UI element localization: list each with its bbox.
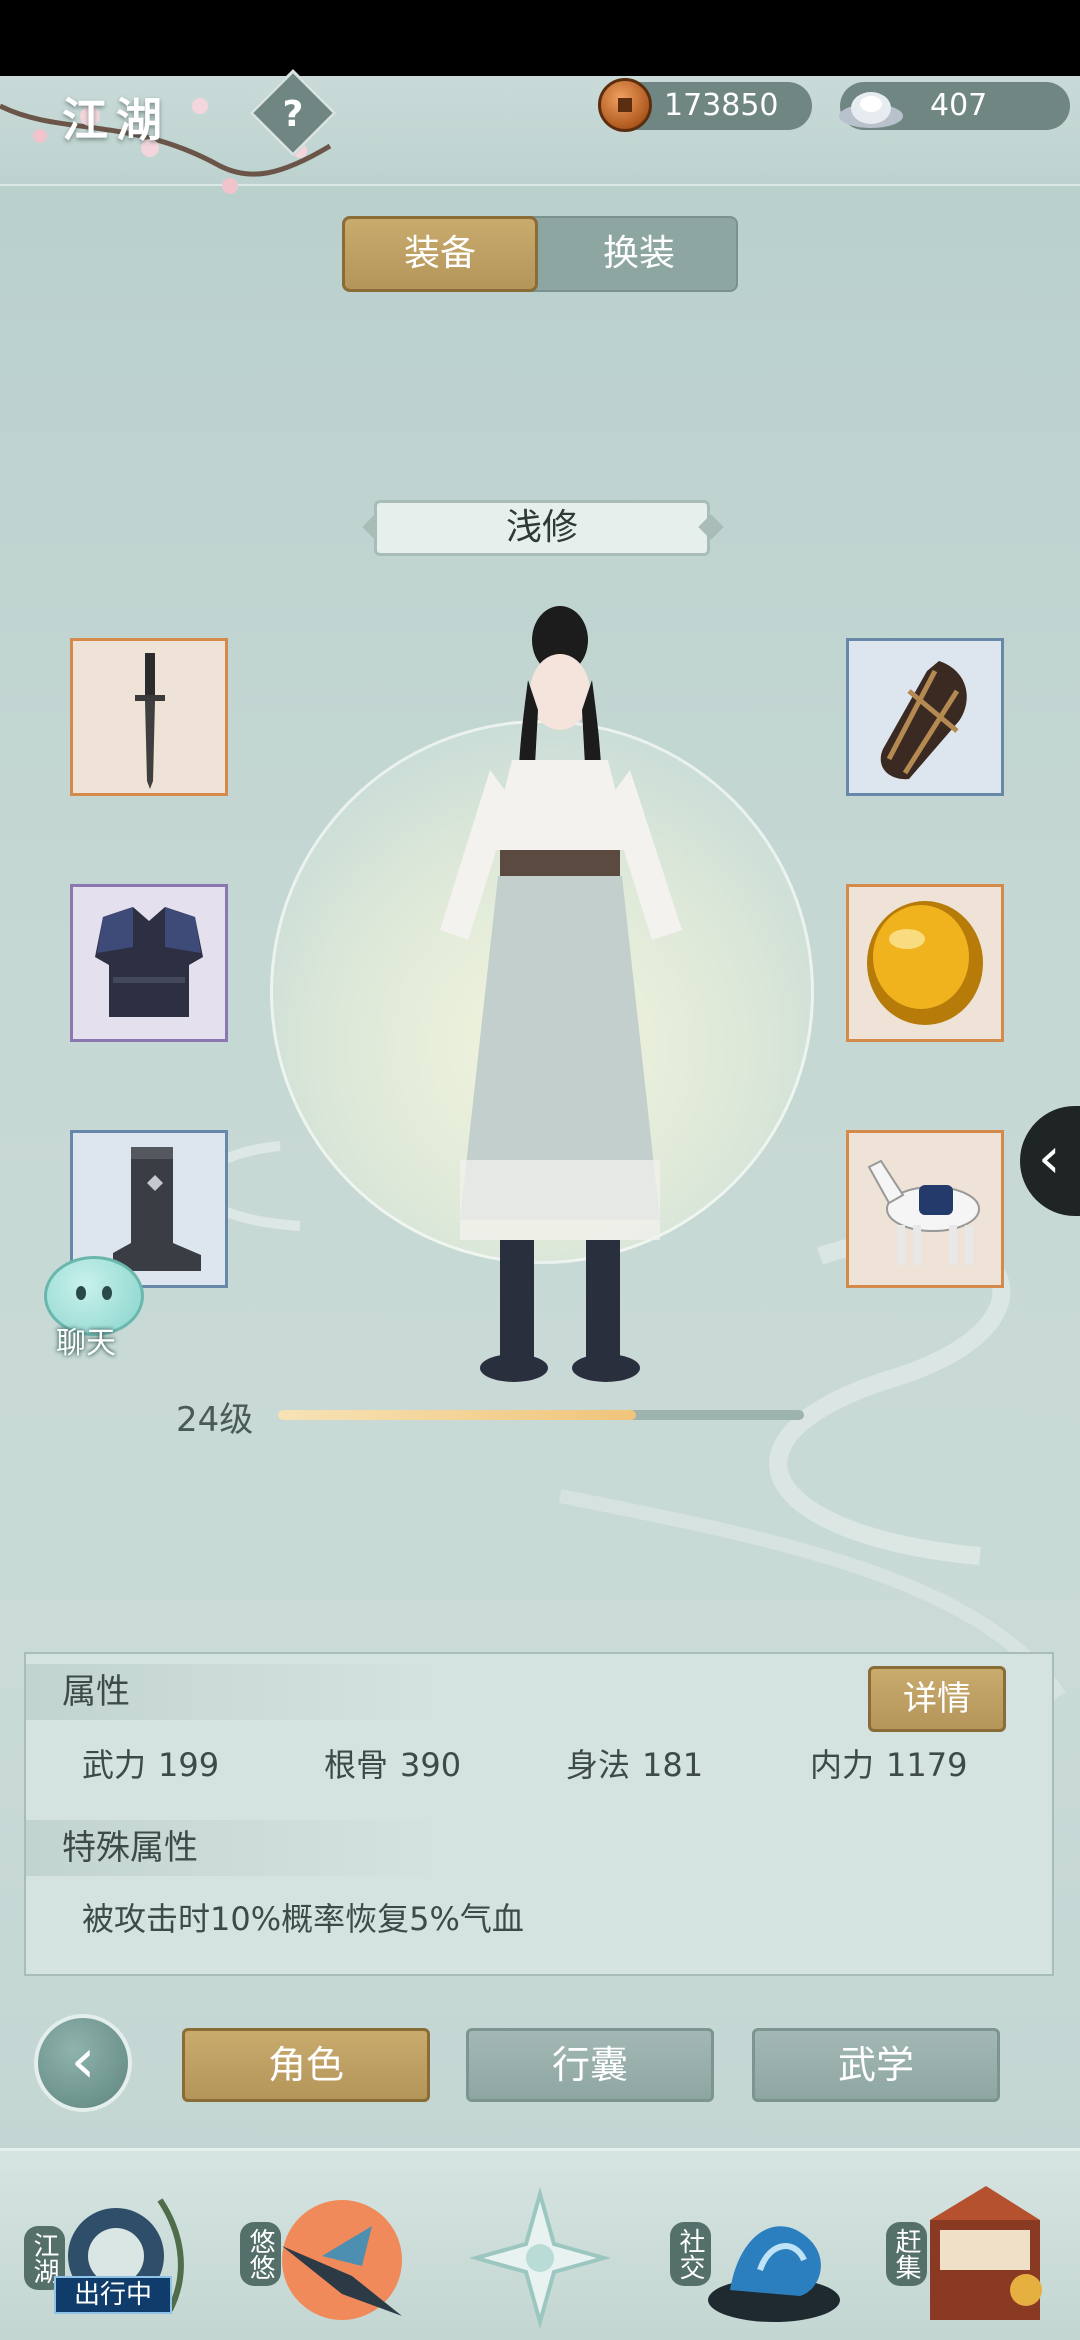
equip-slot-mount[interactable]	[846, 1130, 1004, 1288]
nav-bag-button[interactable]: 行囊	[466, 2028, 714, 2102]
chat-label[interactable]: 聊天	[56, 1318, 116, 1362]
dock-label-youyou[interactable]: 悠悠	[240, 2222, 281, 2286]
chevron-left-icon[interactable]: ‹	[1038, 1124, 1060, 1194]
equip-slot-accessory[interactable]	[846, 884, 1004, 1042]
details-button[interactable]: 详情	[868, 1666, 1006, 1732]
stat-gengu: 根骨 390	[324, 1740, 461, 1786]
equip-slot-bracer[interactable]	[846, 638, 1004, 796]
armor-icon	[95, 907, 203, 1017]
stat-value: 1179	[886, 1746, 968, 1784]
center-compass-icon[interactable]	[470, 2188, 610, 2328]
nav-role-button[interactable]: 角色	[182, 2028, 430, 2102]
xp-bar-fill	[278, 1410, 636, 1420]
stat-value: 199	[158, 1746, 220, 1784]
dock-label-market[interactable]: 赶集	[886, 2222, 927, 2286]
youyou-dock-icon[interactable]	[262, 2186, 412, 2336]
character-model[interactable]	[420, 600, 700, 1390]
silver-ingot-icon	[839, 92, 903, 128]
attributes-heading: 属性	[26, 1664, 446, 1720]
stat-shenfa: 身法 181	[566, 1740, 703, 1786]
travel-status-badge: 出行中	[54, 2276, 172, 2314]
horse-icon	[867, 1159, 980, 1265]
status-bar	[0, 0, 1080, 76]
stat-value: 181	[642, 1746, 704, 1784]
back-arrow-icon[interactable]: ‹	[34, 2014, 132, 2112]
stat-name: 武力	[82, 1746, 147, 1784]
equip-slot-armor[interactable]	[70, 884, 228, 1042]
amber-gem-icon	[867, 901, 983, 1025]
social-dock-icon[interactable]	[700, 2200, 850, 2330]
page-title: 江湖	[62, 93, 170, 147]
copper-amount: 173850	[664, 88, 779, 123]
equip-slot-weapon[interactable]	[70, 638, 228, 796]
character-level: 24级	[176, 1400, 254, 1440]
special-attribute-text: 被攻击时10%概率恢复5%气血	[82, 1900, 524, 1938]
help-icon[interactable]: ?	[262, 84, 324, 146]
stat-wuli: 武力 199	[82, 1740, 219, 1786]
stat-name: 根骨	[324, 1746, 389, 1784]
market-dock-icon[interactable]	[916, 2180, 1056, 2330]
bracer-icon	[880, 661, 967, 780]
stat-name: 身法	[566, 1746, 631, 1784]
tab-wardrobe[interactable]: 换装	[540, 216, 738, 292]
dagger-icon	[135, 653, 165, 789]
nav-martial-button[interactable]: 武学	[752, 2028, 1000, 2102]
stat-name: 内力	[810, 1746, 875, 1784]
dock-label-social[interactable]: 社交	[670, 2222, 711, 2286]
stat-neili: 内力 1179	[810, 1740, 967, 1786]
tab-equip[interactable]: 装备	[342, 216, 538, 292]
silver-amount: 407	[930, 88, 988, 123]
copper-coin-icon	[598, 78, 652, 132]
character-name: 浅修	[374, 500, 710, 556]
special-attributes-heading: 特殊属性	[26, 1820, 446, 1876]
stat-value: 390	[400, 1746, 462, 1784]
